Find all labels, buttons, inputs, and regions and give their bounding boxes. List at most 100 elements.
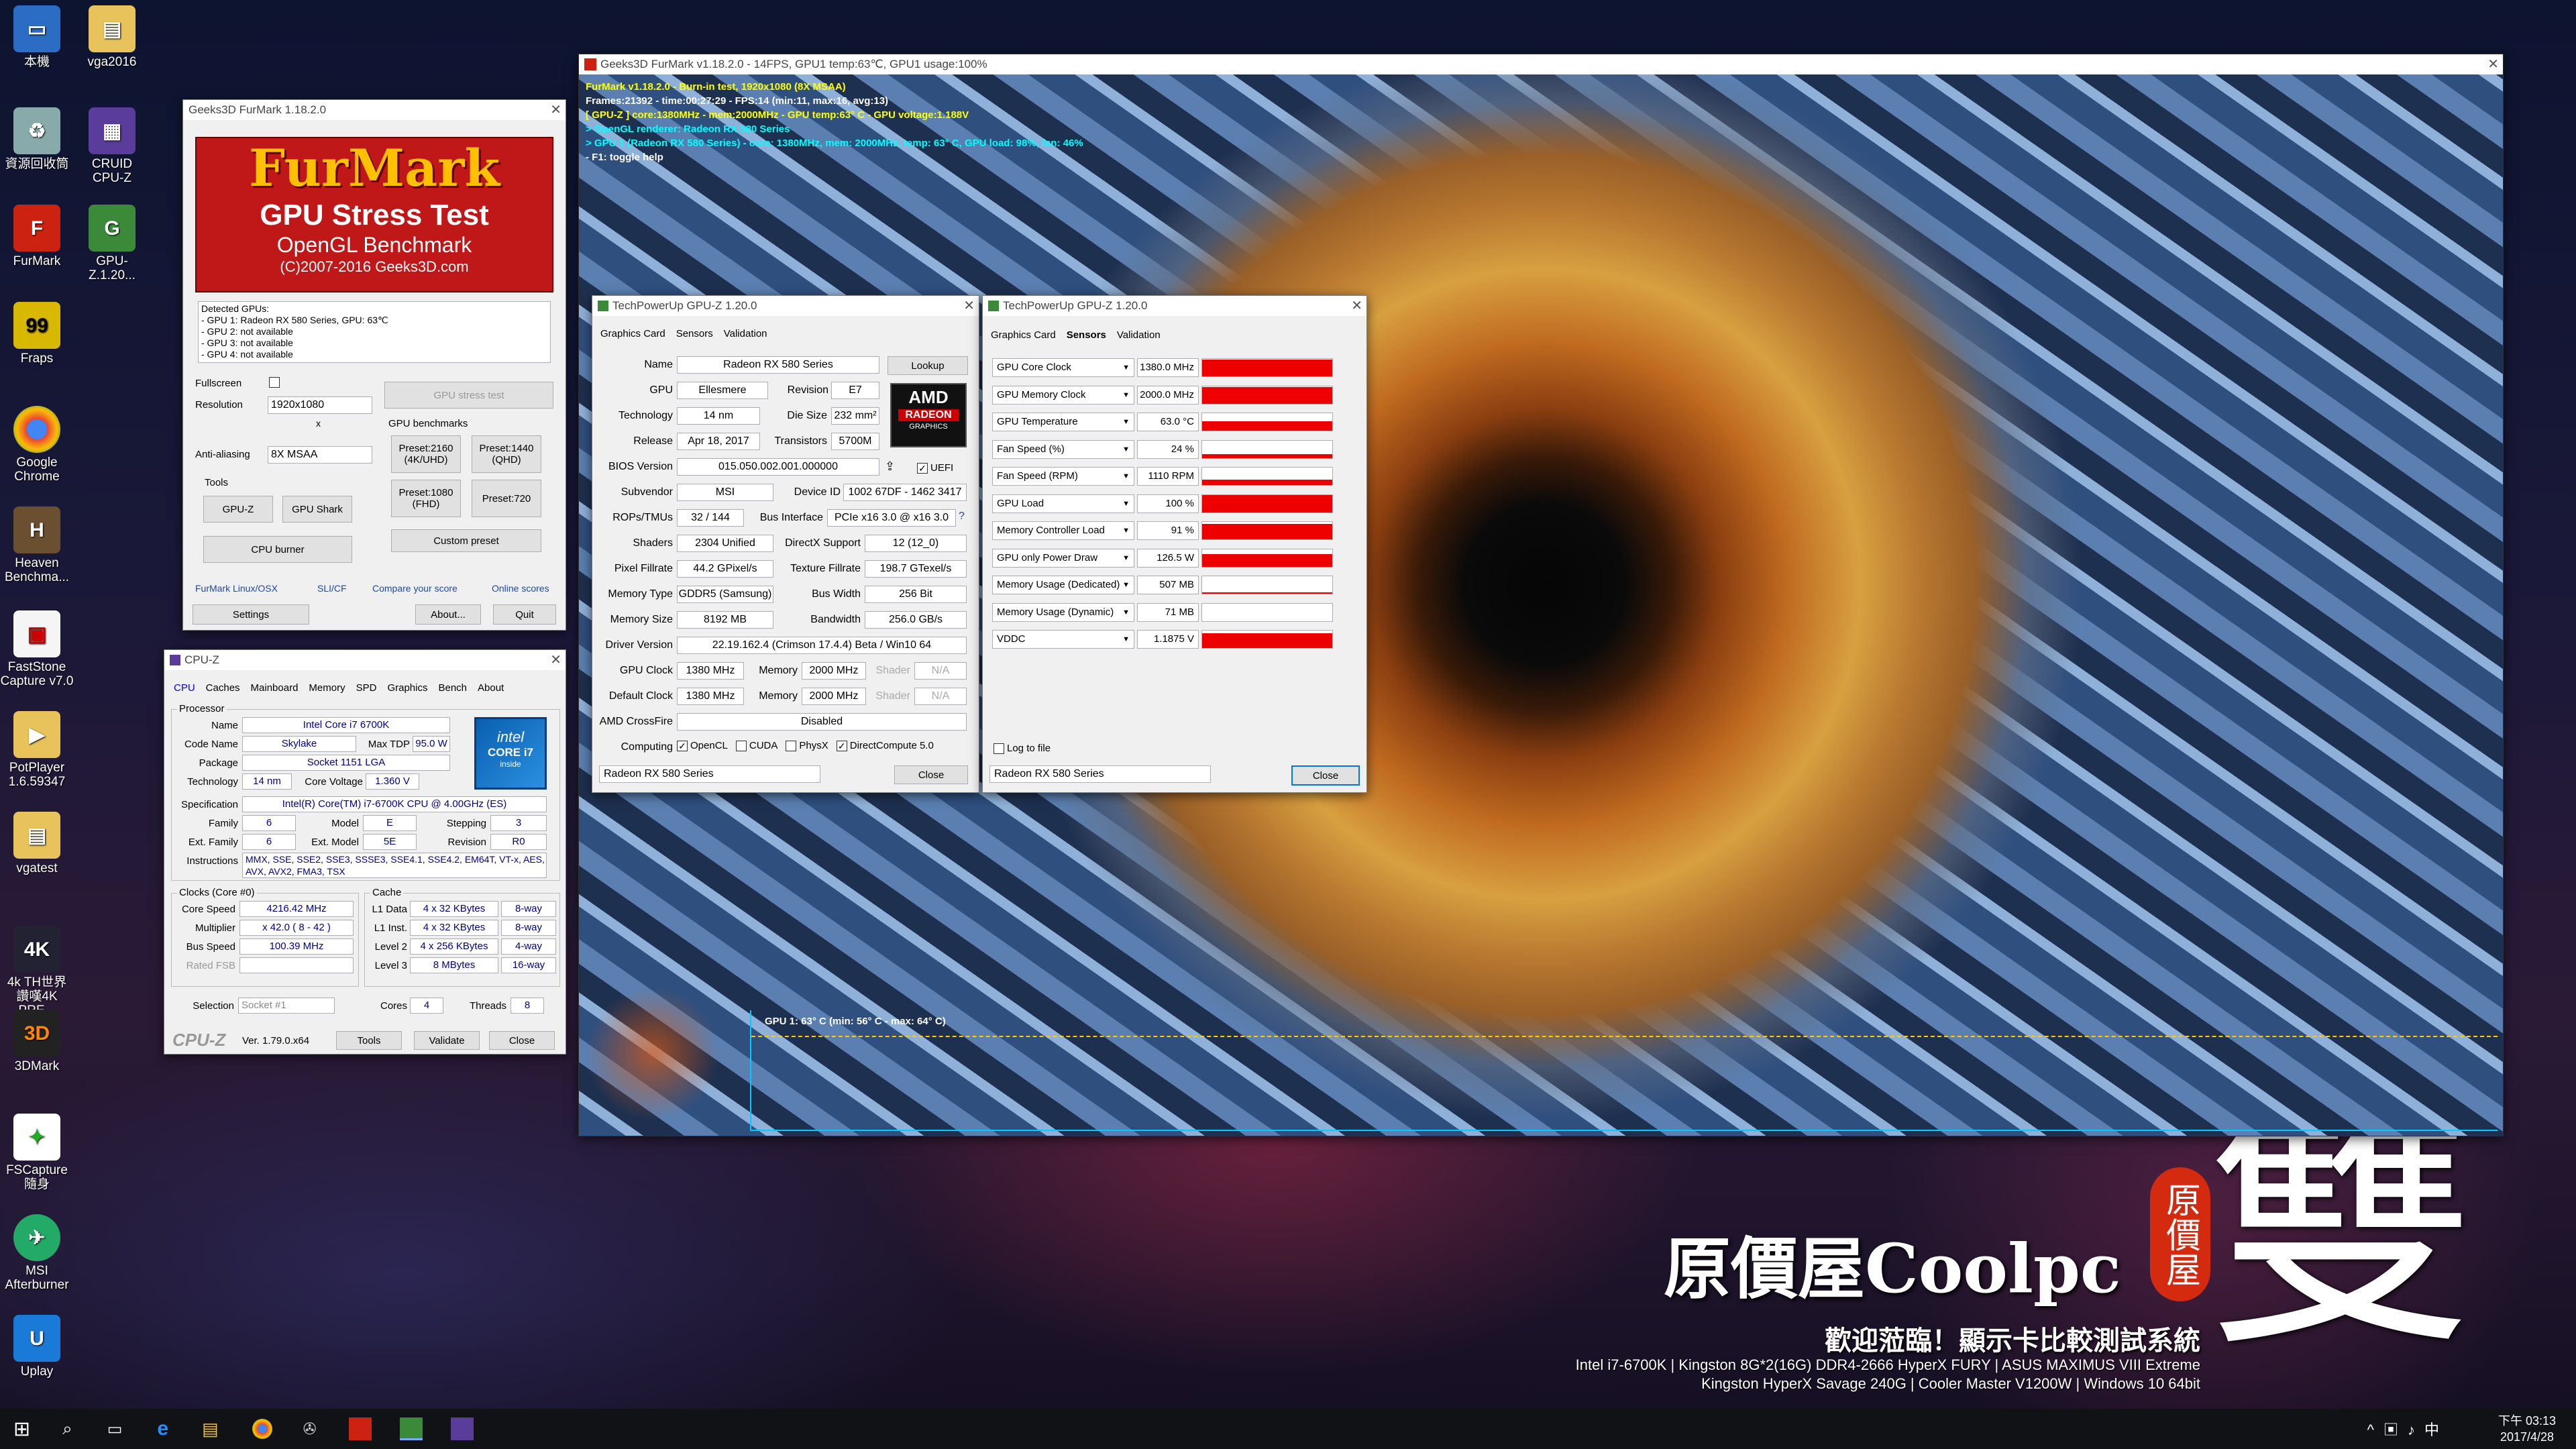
desktop-icon[interactable]: 4K4k TH世界 讚嘆4K PRE... (0, 926, 74, 1018)
tab-graphics-card[interactable]: Graphics Card (600, 328, 665, 339)
desktop-icon[interactable]: ▤ vgatest (0, 812, 74, 875)
sensor-name[interactable]: Memory Controller Load (992, 521, 1134, 540)
desktop-icon[interactable]: Google Chrome (0, 406, 74, 484)
cpu-burner-button[interactable]: CPU burner (203, 536, 352, 563)
desktop-icon[interactable]: ▣ FastStone Capture v7.0 (0, 610, 74, 688)
sensor-row[interactable]: Fan Speed (%)24 % (992, 438, 1354, 461)
about-button[interactable]: About... (415, 604, 481, 625)
tab-cpu[interactable]: CPU (174, 682, 195, 694)
gpu-stress-test-button[interactable]: GPU stress test (384, 382, 553, 409)
close-icon[interactable]: ✕ (2487, 56, 2499, 72)
sensor-name[interactable]: Fan Speed (RPM) (992, 467, 1134, 486)
search-icon[interactable]: ⌕ (62, 1418, 72, 1440)
gpu-select[interactable]: Radeon RX 580 Series (989, 765, 1211, 783)
desktop-icon[interactable]: ▤ vga2016 (75, 5, 149, 69)
log-to-file[interactable]: Log to file (994, 743, 1051, 755)
tab-sensors[interactable]: Sensors (676, 328, 713, 339)
quit-button[interactable]: Quit (493, 604, 556, 625)
desktop-icon[interactable]: U Uplay (0, 1315, 74, 1379)
tab-validation[interactable]: Validation (724, 328, 767, 339)
gpuz-icon[interactable] (399, 1417, 423, 1440)
sensor-row[interactable]: GPU Memory Clock2000.0 MHz (992, 384, 1354, 407)
gpuz-card-window[interactable]: TechPowerUp GPU-Z 1.20.0 ✕ Graphics Card S… (592, 295, 979, 793)
sensor-name[interactable]: Fan Speed (%) (992, 439, 1134, 459)
link-sli-cf[interactable]: SLI/CF (317, 583, 347, 594)
sensor-row[interactable]: GPU only Power Draw126.5 W (992, 547, 1354, 570)
gpuz-sensors-tabs[interactable]: Graphics Card Sensors Validation (991, 329, 1161, 341)
link-compare-score[interactable]: Compare your score (372, 583, 458, 594)
chrome-icon[interactable] (252, 1419, 272, 1439)
resolution-select[interactable]: 1920x1080 (268, 396, 372, 414)
sensor-name[interactable]: VDDC (992, 630, 1134, 649)
desktop-icon[interactable]: F FurMark (0, 205, 74, 268)
desktop-icon[interactable]: G GPU-Z.1.20... (75, 205, 149, 282)
tray-icons[interactable]: ^▣♪中 (2367, 1418, 2449, 1440)
close-icon[interactable]: ✕ (1351, 297, 1362, 314)
tools-button[interactable]: Tools (336, 1031, 402, 1050)
fullscreen-checkbox[interactable] (269, 377, 280, 388)
sensor-name[interactable]: GPU Memory Clock (992, 385, 1134, 405)
link-online-scores[interactable]: Online scores (492, 583, 549, 594)
preset-2160-button[interactable]: Preset:2160 (4K/UHD) (391, 435, 461, 473)
tab-bench[interactable]: Bench (438, 682, 467, 694)
sensor-row[interactable]: Memory Controller Load91 % (992, 519, 1354, 542)
cpuz-icon[interactable] (450, 1417, 474, 1440)
sensor-row[interactable]: GPU Temperature63.0 °C (992, 411, 1354, 433)
desktop-icon[interactable]: H Heaven Benchma... (0, 506, 74, 584)
edge-icon[interactable]: e (157, 1417, 168, 1440)
sensor-name[interactable]: Memory Usage (Dynamic) (992, 602, 1134, 622)
tab-graphics-card[interactable]: Graphics Card (991, 329, 1056, 341)
tab-sensors[interactable]: Sensors (1067, 329, 1106, 341)
tab-about[interactable]: About (478, 682, 504, 694)
custom-preset-button[interactable]: Custom preset (391, 529, 541, 552)
sensor-name[interactable]: GPU Temperature (992, 413, 1134, 431)
preset-1080-button[interactable]: Preset:1080 (FHD) (391, 480, 461, 517)
desktop-icon[interactable]: 3D 3DMark (0, 1010, 74, 1073)
sensor-name[interactable]: GPU Load (992, 494, 1134, 513)
app-icon[interactable]: ✇ (303, 1419, 317, 1439)
tab-memory[interactable]: Memory (309, 682, 345, 694)
gpuz-card-titlebar[interactable]: TechPowerUp GPU-Z 1.20.0 ✕ (592, 296, 979, 316)
window-controls[interactable]: ✕ (2487, 56, 2499, 72)
furmark-launcher-window[interactable]: Geeks3D FurMark 1.18.2.0 ✕ FurMark GPU St… (182, 99, 566, 631)
help-icon[interactable]: ? (959, 511, 965, 523)
desktop-icon[interactable]: ✦ FSCapture 隨身 (0, 1114, 74, 1191)
gpuz-sensors-window[interactable]: TechPowerUp GPU-Z 1.20.0 ✕ Graphics Card S… (982, 295, 1367, 793)
gpu-shark-button[interactable]: GPU Shark (282, 496, 352, 523)
share-icon[interactable]: ⇪ (885, 460, 895, 474)
sensor-row[interactable]: Fan Speed (RPM)1110 RPM (992, 465, 1354, 488)
aa-select[interactable]: 8X MSAA (268, 446, 372, 464)
cpuz-window[interactable]: CPU-Z ✕ CPU Caches Mainboard Memory SPD Graphi… (164, 649, 566, 1055)
close-icon[interactable]: ✕ (550, 651, 561, 668)
tab-caches[interactable]: Caches (206, 682, 240, 694)
gpuz-card-tabs[interactable]: Graphics Card Sensors Validation (600, 328, 767, 339)
desktop-icon[interactable]: ▶ PotPlayer 1.6.59347 (0, 711, 74, 789)
explorer-icon[interactable]: ▤ (202, 1419, 219, 1440)
sensor-name[interactable]: GPU Core Clock (992, 358, 1134, 377)
gpuz-card-close-button[interactable]: Close (894, 765, 968, 784)
link-linux-osx[interactable]: FurMark Linux/OSX (195, 583, 278, 594)
close-icon[interactable]: ✕ (963, 297, 975, 314)
desktop-icon[interactable]: ♻ 資源回收筒 (0, 107, 74, 171)
gpuz-sensors-close-button[interactable]: Close (1291, 765, 1360, 786)
tab-validation[interactable]: Validation (1117, 329, 1161, 341)
sensor-name[interactable]: GPU only Power Draw (992, 548, 1134, 568)
desktop-icon[interactable]: ▦ CRUID CPU-Z (75, 107, 149, 185)
launcher-titlebar[interactable]: Geeks3D FurMark 1.18.2.0 ✕ (183, 100, 566, 120)
desktop-icon[interactable]: ▭ 本機 (0, 5, 74, 69)
start-icon[interactable]: ⊞ (13, 1417, 30, 1441)
sensor-row[interactable]: VDDC1.1875 V (992, 628, 1354, 651)
furmark-icon[interactable] (348, 1417, 372, 1440)
lookup-button[interactable]: Lookup (888, 356, 968, 375)
tab-mainboard[interactable]: Mainboard (251, 682, 299, 694)
desktop-icon[interactable]: 99 Fraps (0, 302, 74, 366)
tab-graphics[interactable]: Graphics (387, 682, 427, 694)
gpuz-sensors-titlebar[interactable]: TechPowerUp GPU-Z 1.20.0 ✕ (983, 296, 1366, 316)
furmark-main-titlebar[interactable]: Geeks3D FurMark v1.18.2.0 - 14FPS, GPU1 … (579, 54, 2503, 74)
sensor-name[interactable]: Memory Usage (Dedicated) (992, 576, 1134, 594)
task-view-icon[interactable]: ▭ (107, 1419, 123, 1439)
close-icon[interactable]: ✕ (550, 101, 561, 118)
cpuz-tabs[interactable]: CPU Caches Mainboard Memory SPD Graphics Bench… (174, 682, 504, 694)
tab-spd[interactable]: SPD (356, 682, 377, 694)
sensor-row[interactable]: GPU Load100 % (992, 492, 1354, 515)
